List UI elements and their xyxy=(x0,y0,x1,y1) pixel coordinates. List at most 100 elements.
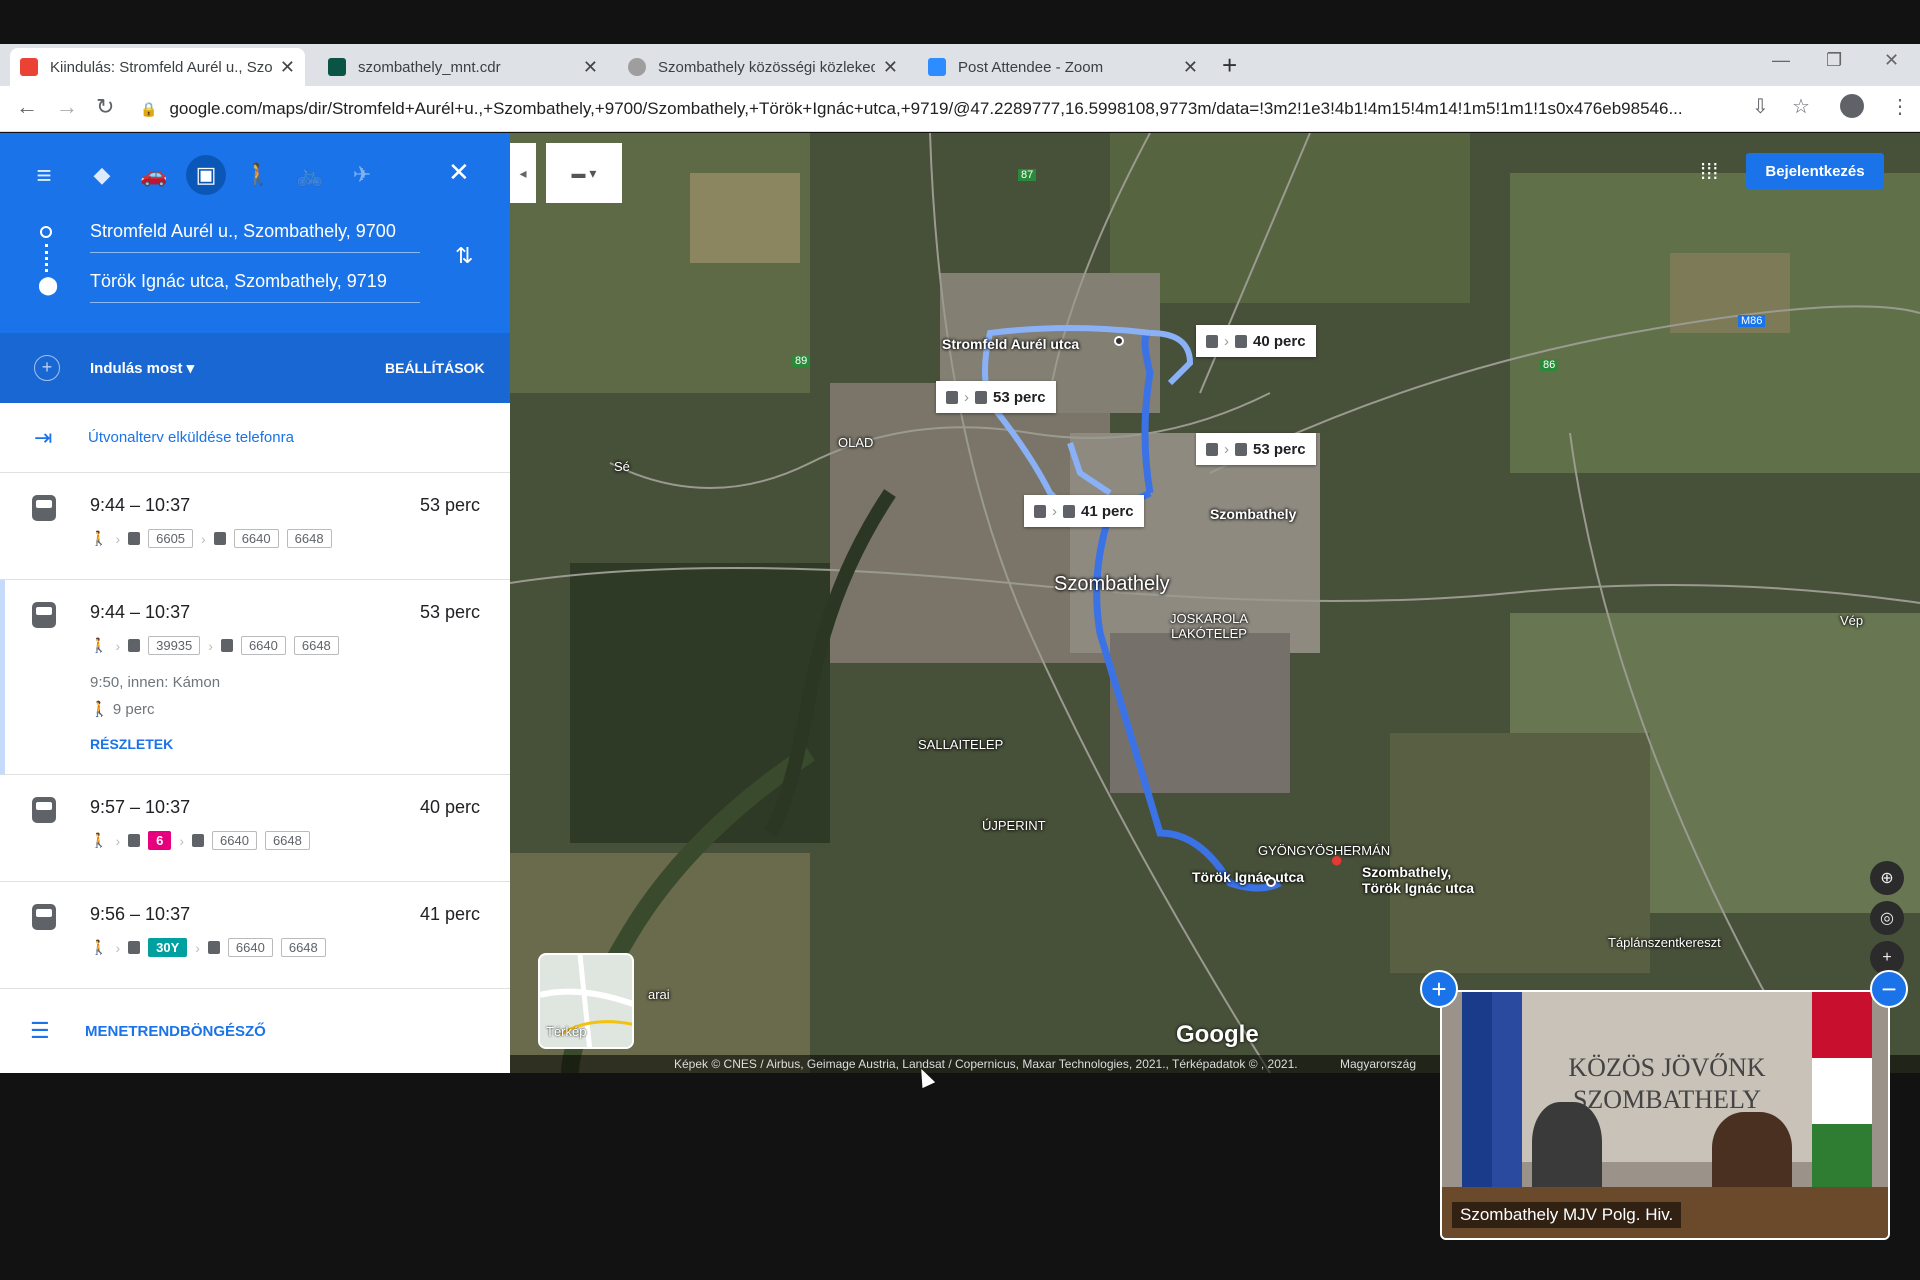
tab-transport[interactable]: Szombathely közösségi közleked ✕ xyxy=(618,48,908,86)
destination-input[interactable]: Török Ignác utca, Szombathely, 9719 xyxy=(90,271,420,303)
schedule-explorer-row[interactable]: ☰ MENETRENDBÖNGÉSZŐ xyxy=(0,991,510,1071)
globe-view-icon[interactable]: ⊕ xyxy=(1870,861,1904,895)
bus-icon xyxy=(128,532,141,545)
departure-select[interactable]: Indulás most ▾ xyxy=(90,359,194,377)
origin-dot-icon xyxy=(40,226,52,238)
video-expand-icon[interactable]: + xyxy=(1420,970,1458,1008)
send-to-phone-label: Útvonalterv elküldése telefonra xyxy=(88,429,294,446)
profile-avatar-icon[interactable] xyxy=(1840,94,1864,118)
bus-line-chip: 6648 xyxy=(264,831,310,850)
close-tab-icon[interactable]: ✕ xyxy=(583,57,598,78)
destination-pin-icon: ⬤ xyxy=(38,275,59,295)
region-text: Magyarország xyxy=(1340,1057,1417,1071)
video-minimize-icon[interactable]: − xyxy=(1870,970,1908,1008)
back-icon[interactable]: ← xyxy=(16,94,38,120)
joskarola-label: JOSKAROLA LAKÓTELEP xyxy=(1170,611,1249,641)
satellite-imagery xyxy=(510,133,1920,1073)
signin-button[interactable]: Bejelentkezés xyxy=(1746,153,1884,189)
destination-marker-icon[interactable] xyxy=(1266,877,1276,887)
callout-duration: 53 perc xyxy=(993,388,1046,406)
add-stop-icon[interactable]: + xyxy=(34,355,60,381)
apps-grid-icon[interactable]: ⁞⁞⁞ xyxy=(1700,159,1718,185)
close-tab-icon[interactable]: ✕ xyxy=(1183,57,1198,78)
install-icon[interactable]: ⇩ xyxy=(1752,94,1769,119)
bus-line-chip: 6 xyxy=(148,831,172,850)
sallaitelep-label: SALLAITELEP xyxy=(918,737,1004,752)
route-callout[interactable]: › 40 perc xyxy=(1196,325,1316,357)
tab-title: szombathely_mnt.cdr xyxy=(358,58,501,76)
bookmark-star-icon[interactable]: ☆ xyxy=(1792,94,1810,119)
menu-icon[interactable]: ≡ xyxy=(24,155,64,195)
walk-icon: 🚶 xyxy=(90,637,108,653)
road-m86-badge: M86 xyxy=(1738,315,1766,327)
tram-icon xyxy=(32,602,56,628)
destination-pin-icon[interactable]: ● xyxy=(1330,847,1343,873)
route-callout[interactable]: › 53 perc xyxy=(936,381,1056,413)
tab-title: Szombathely közösségi közleked xyxy=(658,58,875,76)
address-bar[interactable]: 🔒 google.com/maps/dir/Stromfeld+Aurél+u.… xyxy=(140,93,1740,125)
tab-title: Post Attendee - Zoom xyxy=(958,58,1104,76)
origin-marker-icon[interactable] xyxy=(1114,336,1124,346)
origin-input[interactable]: Stromfeld Aurél u., Szombathely, 9700 xyxy=(90,221,420,253)
collapse-panel-button[interactable]: ◂ xyxy=(510,143,536,203)
menu-dots-icon[interactable]: ⋮ xyxy=(1890,94,1910,119)
route-callout[interactable]: › 41 perc xyxy=(1024,495,1144,527)
directions-header: ≡ ◆ 🚗 ▣ 🚶 🚲 ✈ ✕ ⬤ Stromfeld Aurél u., Sz… xyxy=(0,133,510,333)
bus-icon xyxy=(128,834,141,847)
swap-icon[interactable]: ⇅ xyxy=(455,243,473,269)
tab-cdr[interactable]: szombathely_mnt.cdr ✕ xyxy=(318,48,608,86)
forward-icon[interactable]: → xyxy=(56,94,78,120)
bus-line-chip: 6648 xyxy=(280,938,326,957)
send-to-phone-row[interactable]: ⇥ Útvonalterv elküldése telefonra xyxy=(0,403,510,473)
station-label: Szombathely xyxy=(1210,506,1297,522)
route-option-1[interactable]: 9:44 – 10:37 53 perc 🚶 › 6605 › 6640 6648 xyxy=(0,473,510,580)
details-link[interactable]: RÉSZLETEK xyxy=(90,736,173,752)
close-directions-icon[interactable]: ✕ xyxy=(448,157,470,188)
route-option-2[interactable]: 9:44 – 10:37 53 perc 🚶 › 39935 › 6640 6648… xyxy=(0,580,510,775)
schedule-explorer-label: MENETRENDBÖNGÉSZŐ xyxy=(85,1022,266,1040)
callout-duration: 53 perc xyxy=(1253,440,1306,458)
bus-icon xyxy=(128,941,141,954)
route-steps: 🚶 › 39935 › 6640 6648 xyxy=(90,636,339,655)
close-tab-icon[interactable]: ✕ xyxy=(883,57,898,78)
arai-label: arai xyxy=(648,987,670,1002)
callout-duration: 40 perc xyxy=(1253,332,1306,350)
origin-label: Stromfeld Aurél utca xyxy=(942,336,1080,352)
zoom-video-tile[interactable]: KÖZÖS JÖVŐNK SZOMBATHELY Szombathely MJV… xyxy=(1440,990,1890,1240)
close-window-icon[interactable]: ✕ xyxy=(1884,50,1899,71)
bus-icon xyxy=(1235,442,1247,456)
close-tab-icon[interactable]: ✕ xyxy=(280,57,295,78)
route-callout[interactable]: › 53 perc xyxy=(1196,433,1316,465)
map-layer-toggle[interactable]: Térkép xyxy=(538,953,634,1049)
car-mode-icon[interactable]: 🚗 xyxy=(134,155,174,195)
route-time: 9:57 – 10:37 xyxy=(90,797,191,817)
map-canvas[interactable]: ◂ ▬ ▾ ⁞⁞⁞ Bejelentkezés › 40 perc › 53 p… xyxy=(510,133,1920,1073)
transit-mode-icon[interactable]: ▣ xyxy=(186,155,226,195)
tram-icon xyxy=(32,797,56,823)
new-tab-icon[interactable]: + xyxy=(1222,50,1237,81)
zoom-favicon-icon xyxy=(928,58,946,76)
reload-icon[interactable]: ↻ xyxy=(96,94,114,120)
settings-button[interactable]: BEÁLLÍTÁSOK xyxy=(385,360,485,376)
directions-mode-icon[interactable]: ◆ xyxy=(82,155,122,195)
tab-zoom[interactable]: Post Attendee - Zoom ✕ xyxy=(918,48,1208,86)
route-steps: 🚶 › 6 › 6640 6648 xyxy=(90,831,310,850)
route-option-3[interactable]: 9:57 – 10:37 40 perc 🚶 › 6 › 6640 6648 xyxy=(0,775,510,882)
flight-mode-icon[interactable]: ✈ xyxy=(342,155,382,195)
layer-thumb-label: Térkép xyxy=(546,1024,587,1039)
tab-maps[interactable]: Kiindulás: Stromfeld Aurél u., Szo ✕ xyxy=(10,48,305,86)
route-option-4[interactable]: 9:56 – 10:37 41 perc 🚶 › 30Y › 6640 6648 xyxy=(0,882,510,989)
eu-flag xyxy=(1462,992,1522,1192)
bus-icon xyxy=(1206,334,1218,348)
bike-mode-icon[interactable]: 🚲 xyxy=(290,155,330,195)
schedule-icon: ☰ xyxy=(30,1018,50,1043)
cdr-favicon-icon xyxy=(328,58,346,76)
minimize-icon[interactable]: — xyxy=(1772,50,1790,71)
transit-layer-select[interactable]: ▬ ▾ xyxy=(546,143,622,203)
walk-icon: 🚶 xyxy=(90,530,108,546)
my-location-icon[interactable]: ◎ xyxy=(1870,901,1904,935)
destination-place-label: Szombathely, Török Ignác utca xyxy=(1362,864,1475,896)
participant-name: Szombathely MJV Polg. Hiv. xyxy=(1452,1202,1682,1228)
restore-icon[interactable]: ❐ xyxy=(1826,50,1842,71)
walk-mode-icon[interactable]: 🚶 xyxy=(238,155,278,195)
